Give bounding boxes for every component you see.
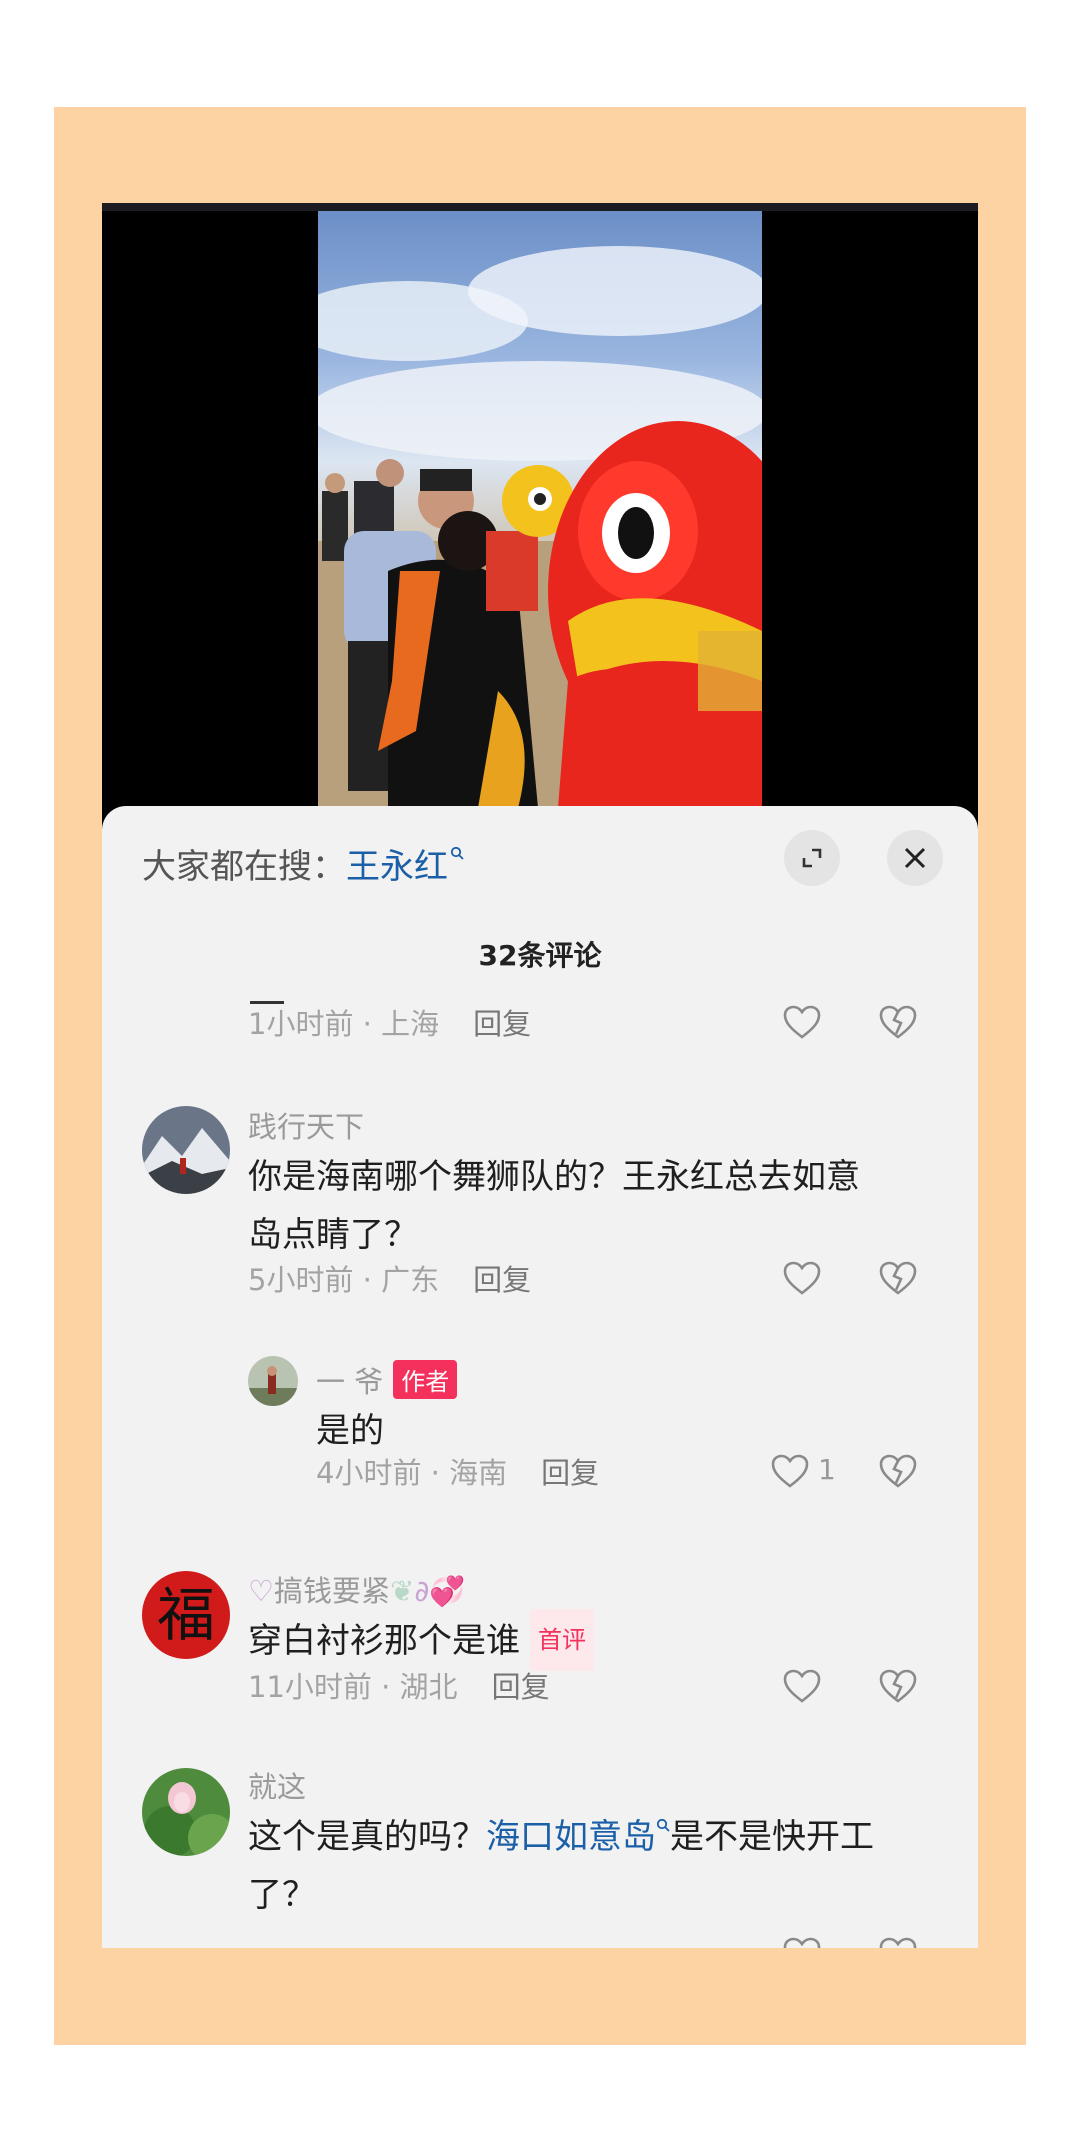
search-mini-icon bbox=[656, 1818, 670, 1832]
avatar[interactable]: 福 bbox=[142, 1571, 230, 1659]
reply-avatar[interactable] bbox=[248, 1356, 298, 1406]
comment-search-link[interactable]: 海口如意岛 bbox=[486, 1817, 656, 1857]
decor-swirl-icon: ∂ bbox=[414, 1574, 430, 1608]
reply-time-location: 4小时前 · 海南 bbox=[316, 1456, 508, 1490]
dislike-icon[interactable] bbox=[878, 1260, 918, 1296]
author-badge: 作者 bbox=[393, 1360, 458, 1399]
heart-icon[interactable] bbox=[782, 1668, 822, 1704]
decor-heart-icon: 💞 bbox=[429, 1574, 466, 1608]
avatar[interactable] bbox=[142, 1106, 230, 1194]
expand-icon bbox=[802, 848, 822, 868]
trending-search-term[interactable]: 王永红 bbox=[346, 839, 448, 888]
comment-text: 你是海南哪个舞狮队的？王永红总去如意岛点睛了？ bbox=[248, 1157, 860, 1255]
reply-link[interactable]: 回复 bbox=[492, 1670, 550, 1704]
avatar-lotus-image bbox=[142, 1768, 230, 1856]
reply-meta: 4小时前 · 海南 回复 bbox=[316, 1450, 599, 1492]
comment-meta: 1小时前 · 上海 回复 bbox=[248, 1001, 531, 1043]
first-comment-badge: 首评 bbox=[530, 1609, 594, 1671]
comments-sheet: 大家都在搜： 王永红 32条评论 1小时前 · 上海 回复 践行天下 你是海南哪… bbox=[102, 806, 978, 1948]
comment-count-title: 32条评论 bbox=[478, 939, 602, 972]
reply-username-row: 一 爷作者 bbox=[316, 1359, 458, 1401]
phone-screen: 大家都在搜： 王永红 32条评论 1小时前 · 上海 回复 践行天下 你是海南哪… bbox=[102, 203, 978, 1948]
expand-button[interactable] bbox=[784, 830, 840, 886]
comment-text: 这个是真的吗？ bbox=[248, 1817, 486, 1857]
heart-icon[interactable] bbox=[782, 1260, 822, 1296]
dislike-icon[interactable] bbox=[878, 1936, 918, 1948]
comment-username[interactable]: 践行天下 bbox=[248, 1104, 364, 1146]
avatar-person-image bbox=[248, 1356, 298, 1406]
video-player[interactable] bbox=[102, 203, 978, 808]
trending-search-prefix: 大家都在搜： bbox=[142, 846, 346, 887]
avatar-mountain-image bbox=[142, 1106, 230, 1194]
comment-username-row: ♡搞钱要紧❦∂💞 bbox=[248, 1568, 465, 1610]
comment-text-row: 这个是真的吗？海口如意岛 是不是快开工了？ bbox=[248, 1808, 888, 1924]
avatar-fu-image: 福 bbox=[142, 1571, 230, 1659]
reply-username[interactable]: 一 爷 bbox=[316, 1365, 383, 1399]
comment-time-location: 11小时前 · 湖北 bbox=[248, 1670, 458, 1704]
like-count: 1 bbox=[818, 1453, 836, 1486]
dislike-icon[interactable] bbox=[878, 1453, 918, 1489]
heart-icon[interactable] bbox=[770, 1453, 810, 1489]
comment-time-location: 1小时前 · 上海 bbox=[248, 1007, 440, 1041]
video-top-strip bbox=[102, 203, 978, 211]
comment-time-location: 5小时前 · 广东 bbox=[248, 1263, 440, 1297]
close-button[interactable] bbox=[887, 830, 943, 886]
reply-link[interactable]: 回复 bbox=[473, 1263, 531, 1297]
comment-username[interactable]: 就这 bbox=[248, 1764, 306, 1806]
avatar[interactable] bbox=[142, 1768, 230, 1856]
dislike-icon[interactable] bbox=[878, 1004, 918, 1040]
video-frame[interactable] bbox=[318, 211, 762, 808]
comment-text: 穿白衬衫那个是谁 bbox=[248, 1621, 520, 1661]
search-mini-icon bbox=[450, 846, 464, 860]
heart-icon[interactable] bbox=[782, 1004, 822, 1040]
comment-username[interactable]: 搞钱要紧 bbox=[274, 1574, 390, 1608]
avatar-character: 福 bbox=[157, 1581, 215, 1649]
comment-meta: 11小时前 · 湖北 回复 bbox=[248, 1664, 550, 1706]
trending-search-bar[interactable]: 大家都在搜： 王永红 bbox=[142, 838, 464, 888]
decor-leaf-icon: ❦ bbox=[390, 1574, 415, 1608]
decor-flourish-icon: ♡ bbox=[248, 1574, 274, 1608]
reply-link[interactable]: 回复 bbox=[541, 1456, 599, 1490]
heart-icon[interactable] bbox=[782, 1936, 822, 1948]
close-icon bbox=[904, 847, 926, 869]
dislike-icon[interactable] bbox=[878, 1668, 918, 1704]
reply-link[interactable]: 回复 bbox=[473, 1007, 531, 1041]
video-scene bbox=[318, 246, 762, 808]
comment-meta: 5小时前 · 广东 回复 bbox=[248, 1257, 531, 1299]
